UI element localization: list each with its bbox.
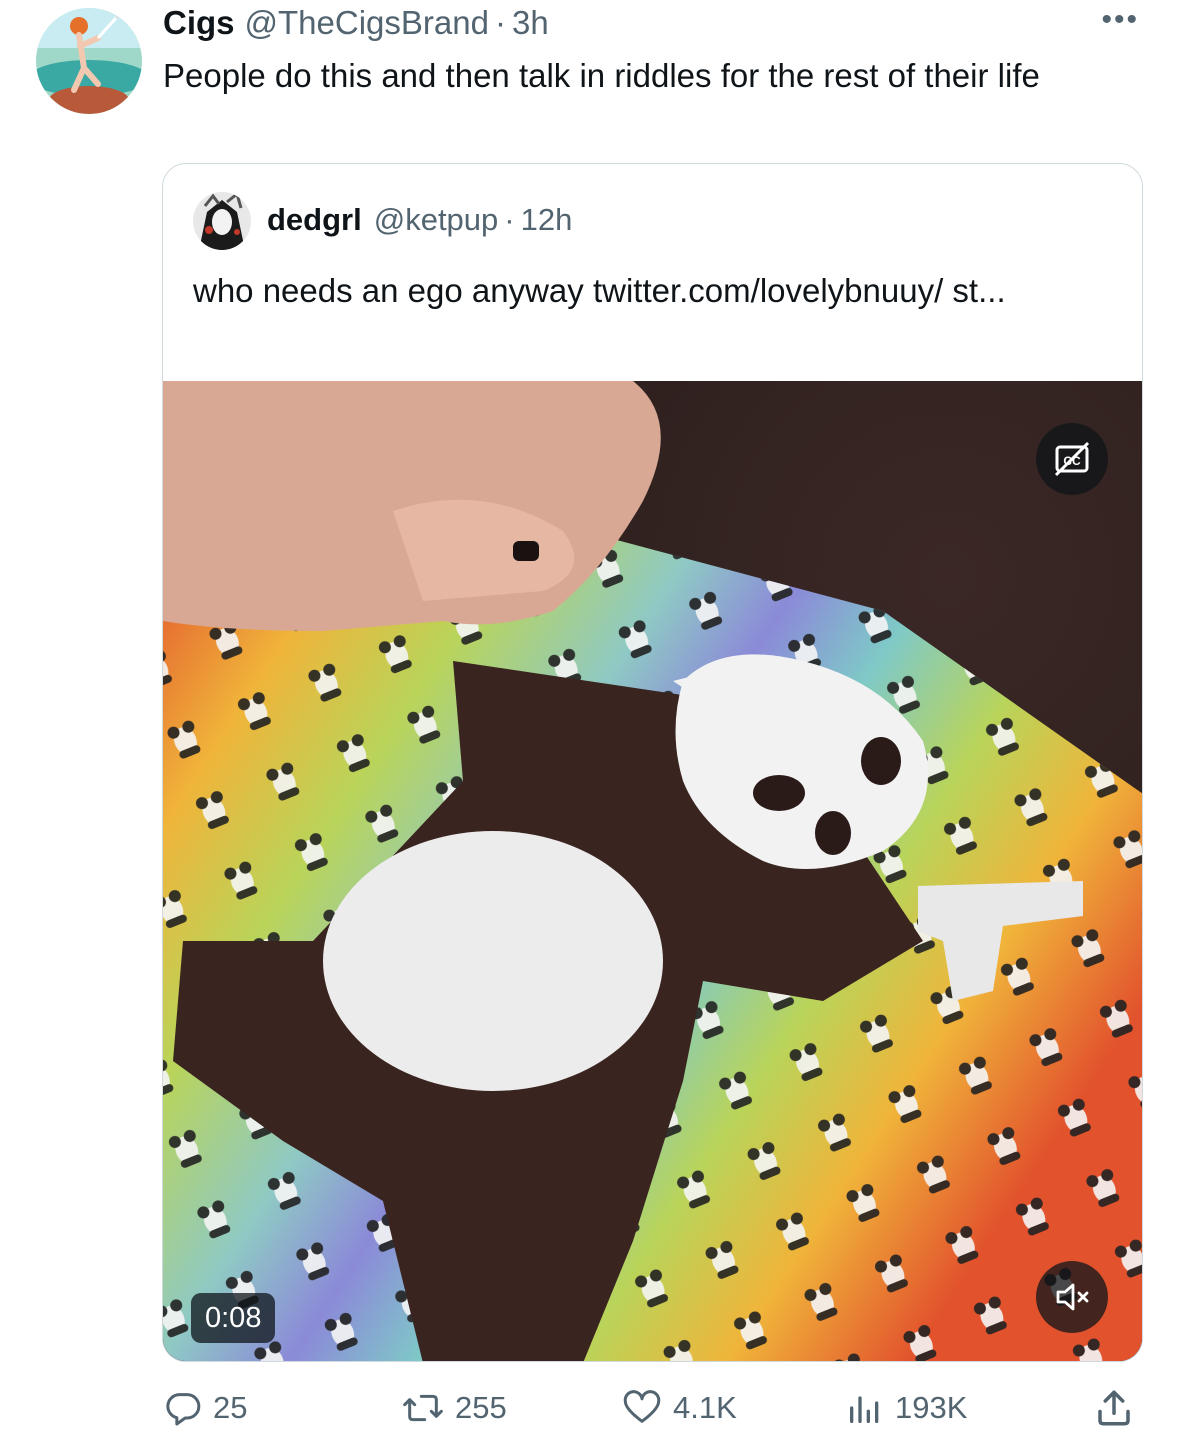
quoted-tweet-card[interactable]: dedgrl @ketpup · 12h who needs an ego an… (162, 163, 1143, 1362)
video-duration: 0:08 (191, 1293, 276, 1343)
author-handle[interactable]: @TheCigsBrand (245, 4, 489, 42)
quoted-author-name[interactable]: dedgrl (267, 202, 362, 238)
closed-captions-button[interactable]: CC (1036, 423, 1108, 495)
repost-icon (403, 1394, 443, 1422)
quoted-tweet-header: dedgrl @ketpup · 12h (267, 202, 572, 238)
tweet-header: Cigs @TheCigsBrand · 3h (163, 4, 1089, 44)
repost-count: 255 (455, 1390, 507, 1425)
tweet-timestamp[interactable]: 3h (512, 4, 549, 42)
share-button[interactable] (1093, 1380, 1145, 1436)
like-count: 4.1K (673, 1390, 737, 1425)
author-avatar[interactable] (36, 8, 142, 114)
tweet-text: People do this and then talk in riddles … (163, 57, 1040, 94)
video-frame (163, 381, 1142, 1361)
repost-button[interactable]: 255 (401, 1380, 507, 1436)
volume-muted-icon (1056, 1283, 1089, 1311)
quoted-tweet-text: who needs an ego anyway twitter.com/love… (193, 272, 1006, 309)
quoted-author-handle[interactable]: @ketpup (374, 202, 499, 238)
reply-count: 25 (213, 1390, 248, 1425)
video-player[interactable]: CC 0:08 (163, 381, 1142, 1361)
separator-dot: · (494, 4, 506, 41)
reply-button[interactable]: 25 (163, 1380, 247, 1436)
author-name[interactable]: Cigs (163, 4, 235, 42)
like-button[interactable]: 4.1K (621, 1380, 737, 1436)
action-bar: 25 255 4.1K 193K (163, 1380, 1143, 1436)
quoted-author-avatar[interactable] (193, 192, 251, 250)
mute-button[interactable] (1036, 1261, 1108, 1333)
reply-icon (166, 1393, 201, 1426)
view-count: 193K (895, 1390, 968, 1425)
views-button[interactable]: 193K (845, 1380, 967, 1436)
more-options-button[interactable]: ••• (1101, 5, 1139, 35)
heart-icon (623, 1390, 661, 1423)
closed-captions-icon: CC (1054, 441, 1090, 477)
separator-dot: · (504, 202, 515, 237)
analytics-icon (850, 1396, 879, 1423)
share-icon (1098, 1390, 1130, 1426)
quoted-timestamp[interactable]: 12h (521, 202, 573, 238)
